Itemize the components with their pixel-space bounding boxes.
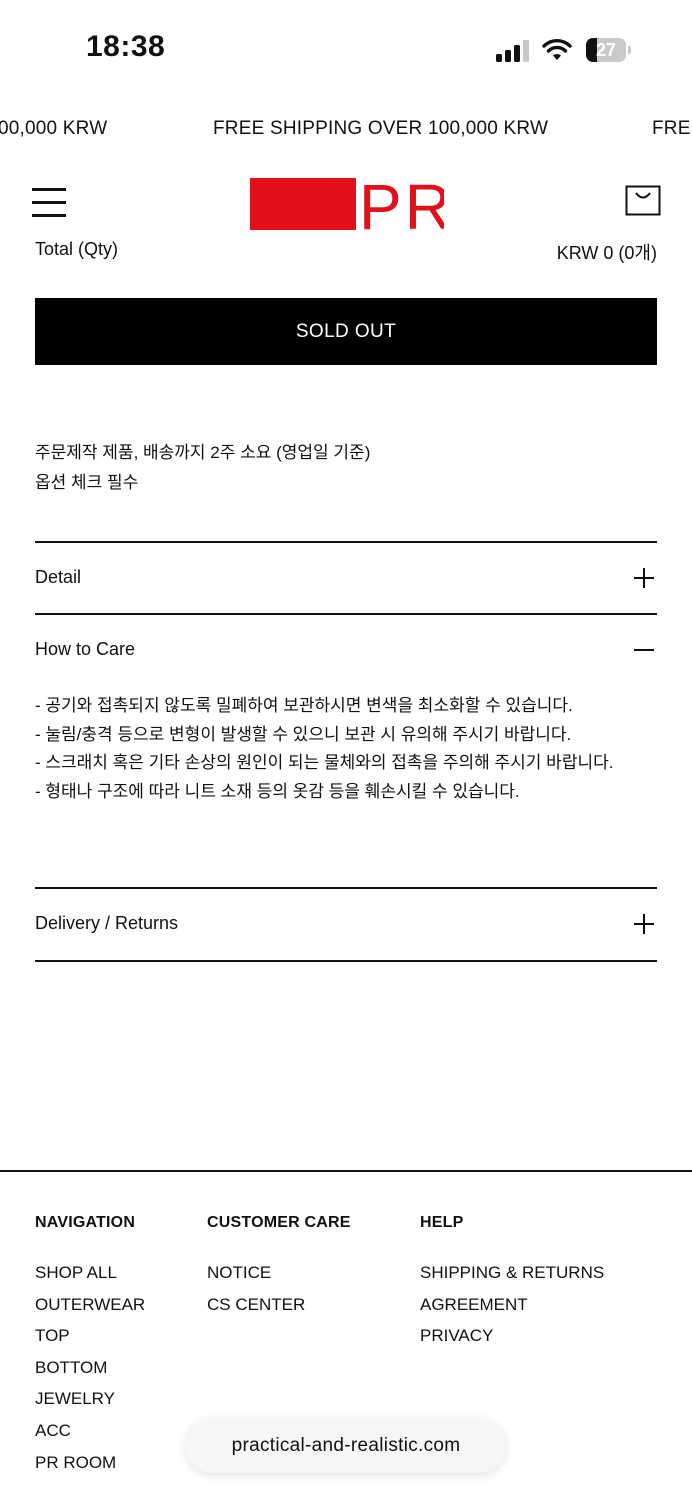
- shopping-bag-icon[interactable]: [625, 185, 661, 217]
- total-row: Total (Qty) KRW 0 (0개): [35, 230, 657, 266]
- footer-divider: [0, 1170, 692, 1172]
- footer-customer-care-heading: CUSTOMER CARE: [207, 1214, 351, 1231]
- footer-link-agreement[interactable]: AGREEMENT: [420, 1295, 528, 1315]
- care-content: - 공기와 접촉되지 않도록 밀폐하여 보관하시면 변색을 최소화할 수 있습니…: [35, 692, 647, 806]
- footer-link-pr-room[interactable]: PR ROOM: [35, 1453, 116, 1473]
- footer-link-cs-center[interactable]: CS CENTER: [207, 1295, 305, 1315]
- accordion-detail-title[interactable]: Detail: [35, 567, 81, 588]
- total-value: KRW 0 (0개): [556, 243, 657, 263]
- signal-icon: [496, 40, 529, 62]
- marquee-fragment-right: FRE: [652, 118, 691, 139]
- marquee-text: FREE SHIPPING OVER 100,000 KRW: [213, 118, 549, 139]
- footer-link-top[interactable]: TOP: [35, 1326, 70, 1346]
- product-notes: 주문제작 제품, 배송까지 2주 소요 (영업일 기준) 옵션 체크 필수: [35, 438, 370, 498]
- sold-out-button[interactable]: SOLD OUT: [35, 298, 657, 365]
- menu-icon[interactable]: [32, 188, 66, 218]
- status-time: 18:38: [86, 30, 166, 63]
- footer-link-shop-all[interactable]: SHOP ALL: [35, 1263, 117, 1283]
- care-line: - 공기와 접촉되지 않도록 밀폐하여 보관하시면 변색을 최소화할 수 있습니…: [35, 696, 573, 715]
- pr-logo[interactable]: PR: [248, 176, 444, 232]
- total-label: Total (Qty): [35, 239, 119, 259]
- care-line: - 형태나 구조에 따라 니트 소재 등의 옷감 등을 훼손시킬 수 있습니다.: [35, 781, 520, 801]
- footer-link-privacy[interactable]: PRIVACY: [420, 1326, 493, 1346]
- accordion-delivery-title[interactable]: Delivery / Returns: [35, 913, 178, 934]
- browser-url-bar[interactable]: practical-and-realistic.com: [186, 1419, 506, 1473]
- footer-help-heading: HELP: [420, 1214, 464, 1231]
- plus-icon[interactable]: [634, 568, 654, 588]
- marquee-fragment-left: 00,000 KRW: [0, 118, 108, 139]
- battery-icon: 27: [586, 38, 632, 62]
- footer-link-outerwear[interactable]: OUTERWEAR: [35, 1295, 145, 1315]
- minus-icon[interactable]: [634, 640, 654, 660]
- footer-link-bottom[interactable]: BOTTOM: [35, 1358, 107, 1378]
- footer-link-notice[interactable]: NOTICE: [207, 1263, 271, 1283]
- footer-navigation-heading: NAVIGATION: [35, 1214, 136, 1231]
- footer-link-acc[interactable]: ACC: [35, 1421, 71, 1441]
- note-line: 옵션 체크 필수: [35, 473, 139, 492]
- divider: [35, 541, 657, 543]
- note-line: 주문제작 제품, 배송까지 2주 소요 (영업일 기준): [35, 443, 371, 462]
- care-line: - 눌림/충격 등으로 변형이 발생할 수 있으니 보관 시 유의해 주시기 바…: [35, 724, 572, 744]
- divider: [35, 960, 657, 962]
- footer-link-shipping-returns[interactable]: SHIPPING & RETURNS: [420, 1263, 604, 1283]
- shipping-marquee: 00,000 KRW FREE SHIPPING OVER 100,000 KR…: [0, 112, 692, 148]
- plus-icon[interactable]: [634, 914, 654, 934]
- accordion-care-title[interactable]: How to Care: [35, 639, 135, 660]
- logo-text: PR: [359, 176, 444, 232]
- divider: [35, 887, 657, 889]
- divider: [35, 613, 657, 615]
- battery-level-text: 27: [595, 40, 617, 60]
- footer-link-jewelry[interactable]: JEWELRY: [35, 1389, 115, 1409]
- wifi-icon: [542, 39, 572, 60]
- care-line: - 스크래치 혹은 기타 손상의 원인이 되는 물체와의 접촉을 주의해 주시기…: [35, 753, 614, 772]
